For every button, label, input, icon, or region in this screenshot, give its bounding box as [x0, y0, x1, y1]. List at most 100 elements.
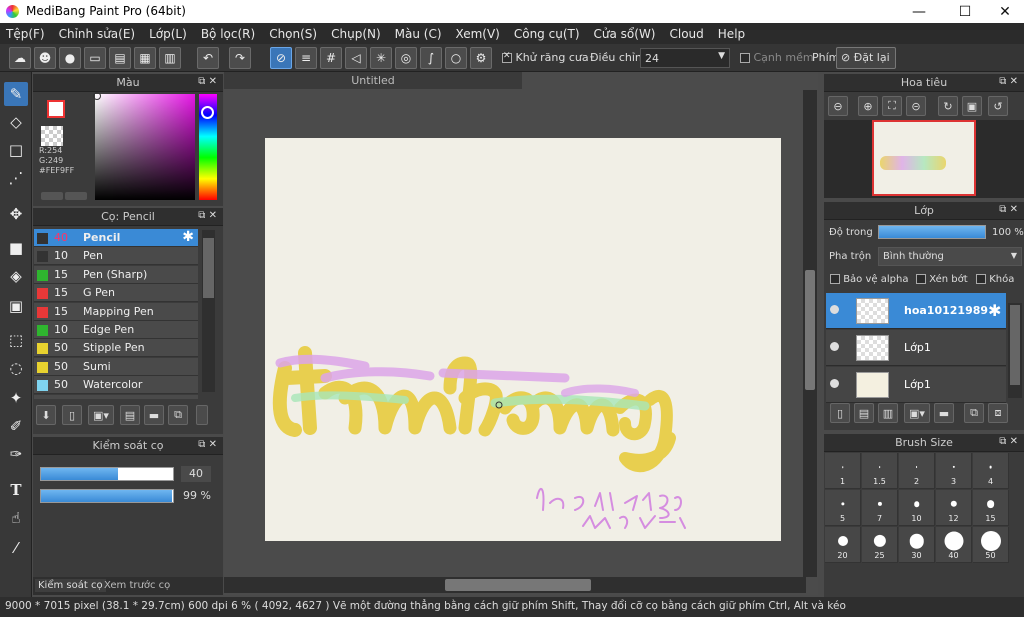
new-halftone-layer-icon[interactable]: ▤: [854, 403, 874, 423]
brush-tool-icon[interactable]: ✎: [4, 82, 28, 106]
rectangle-tool-icon[interactable]: □: [4, 138, 28, 162]
scrollbar-thumb[interactable]: [805, 270, 815, 390]
grid-snap-icon[interactable]: #: [320, 47, 342, 69]
menu-select[interactable]: Chọn(S): [269, 27, 317, 41]
flip-icon[interactable]: ↺: [988, 96, 1008, 116]
brush-opacity-slider[interactable]: [40, 489, 174, 503]
brush-list-item[interactable]: 50 Watercolor: [34, 376, 198, 395]
undo-icon[interactable]: ↶: [197, 47, 219, 69]
panel-float-close-icon[interactable]: ⧉ ✕: [198, 210, 217, 221]
scrollbar-thumb[interactable]: [445, 579, 591, 591]
tab-brush-preview[interactable]: Xem trước cọ: [101, 579, 173, 592]
download-brush-icon[interactable]: ⬇: [36, 405, 56, 425]
brush-settings-icon[interactable]: ✱: [182, 229, 194, 245]
minimize-button[interactable]: —: [896, 0, 942, 23]
menu-cloud[interactable]: Cloud: [670, 27, 704, 41]
brush-size-cell[interactable]: 1.5: [862, 453, 898, 489]
chat-icon[interactable]: ▭: [84, 47, 106, 69]
brush-size-cell[interactable]: 30: [899, 527, 935, 563]
brush-size-cell[interactable]: 25: [862, 527, 898, 563]
brush-list-item[interactable]: 15 Pen (Sharp): [34, 265, 198, 284]
eraser-tool-icon[interactable]: ◇: [4, 110, 28, 134]
parallel-snap-icon[interactable]: ≡: [295, 47, 317, 69]
brush-list-item[interactable]: 15 G Pen: [34, 284, 198, 303]
visibility-icon[interactable]: [830, 379, 839, 388]
operation-tool-icon[interactable]: ☝: [4, 506, 28, 530]
adjust-dropdown[interactable]: 24 ▼: [640, 48, 730, 68]
layer-folder-icon[interactable]: ▬: [934, 403, 954, 423]
ellipse-snap-icon[interactable]: ○: [445, 47, 467, 69]
merge-layer-icon[interactable]: ⧈: [988, 403, 1008, 423]
menu-layer[interactable]: Lớp(L): [149, 27, 187, 41]
protect-alpha-option[interactable]: Bảo vệ alpha: [830, 274, 908, 285]
menu-filter[interactable]: Bộ lọc(R): [201, 27, 255, 41]
rotate-icon[interactable]: ↻: [938, 96, 958, 116]
antialias-option[interactable]: Khử răng cưa: [502, 51, 589, 64]
menu-view[interactable]: Xem(V): [456, 27, 500, 41]
brush-size-cell[interactable]: 3: [936, 453, 972, 489]
brush-list-item[interactable]: 50 Stipple Pen: [34, 339, 198, 358]
visibility-icon[interactable]: [830, 342, 839, 351]
folder-icon[interactable]: ▬: [144, 405, 164, 425]
lock-checkbox[interactable]: [976, 274, 986, 284]
scrollbar-thumb[interactable]: [203, 238, 214, 298]
saturation-value-picker[interactable]: [93, 92, 195, 200]
blend-dropdown[interactable]: Bình thường ▼: [878, 247, 1022, 266]
color-mode-button[interactable]: [41, 192, 63, 200]
brush-list-scrollbar[interactable]: [202, 230, 215, 392]
brush-size-cell[interactable]: 40: [936, 527, 972, 563]
select-pen-tool-icon[interactable]: ✐: [4, 414, 28, 438]
menu-edit[interactable]: Chỉnh sửa(E): [59, 27, 136, 41]
perspective-snap-icon[interactable]: ◁: [345, 47, 367, 69]
curve-snap-icon[interactable]: ∫: [420, 47, 442, 69]
brush-list-item[interactable]: 15 Mapping Pen: [34, 302, 198, 321]
hue-slider[interactable]: [199, 94, 217, 200]
menu-color[interactable]: Màu (C): [395, 27, 442, 41]
scrollbar-thumb[interactable]: [1010, 305, 1020, 385]
eyedropper-small-button[interactable]: [65, 192, 87, 200]
eyedropper-tool-icon[interactable]: ⁄: [4, 536, 28, 560]
radial-snap-icon[interactable]: ✳: [370, 47, 392, 69]
add-layer-menu-icon[interactable]: ▣▾: [904, 403, 930, 423]
add-brush-icon[interactable]: ▣▾: [88, 405, 114, 425]
brush-settings-icon[interactable]: ▤: [120, 405, 140, 425]
tab-brush-control[interactable]: Kiểm soát cọ: [35, 579, 106, 592]
menu-help[interactable]: Help: [718, 27, 745, 41]
reset-button[interactable]: ⊘ Đặt lại: [836, 47, 896, 69]
protect-alpha-checkbox[interactable]: [830, 274, 840, 284]
layer-row[interactable]: hoa10121989 ✱: [826, 293, 1006, 329]
brush-size-cell[interactable]: 10: [899, 490, 935, 526]
layer-row[interactable]: Lớp1: [826, 367, 1006, 403]
primary-color-swatch[interactable]: [47, 100, 65, 118]
zoom-minus-icon[interactable]: ⊝: [906, 96, 926, 116]
brush-list-item[interactable]: 10 Edge Pen: [34, 321, 198, 339]
document-canvas[interactable]: [265, 138, 781, 541]
clipping-option[interactable]: Xén bớt: [916, 274, 968, 285]
layer-row[interactable]: Lớp1: [826, 330, 1006, 366]
navigator-preview[interactable]: [824, 120, 1024, 198]
panel-icon[interactable]: ▦: [134, 47, 156, 69]
redo-icon[interactable]: ↷: [229, 47, 251, 69]
brush-size-slider[interactable]: [40, 467, 174, 481]
layer-list-scrollbar[interactable]: [1008, 303, 1022, 398]
cloud-icon[interactable]: ☁: [9, 47, 31, 69]
select-eraser-tool-icon[interactable]: ✑: [4, 442, 28, 466]
brush-size-cell[interactable]: 15: [973, 490, 1009, 526]
brush-size-cell[interactable]: 2: [899, 453, 935, 489]
new-layer-icon[interactable]: ▯: [830, 403, 850, 423]
close-button[interactable]: ✕: [982, 0, 1024, 23]
text-tool-icon[interactable]: T: [4, 478, 28, 502]
move-tool-icon[interactable]: ✥: [4, 202, 28, 226]
menu-snap[interactable]: Chụp(N): [331, 27, 381, 41]
brush-size-cell[interactable]: 5: [825, 490, 861, 526]
concentric-snap-icon[interactable]: ◎: [395, 47, 417, 69]
brush-size-cell[interactable]: 7: [862, 490, 898, 526]
brush-list-item[interactable]: 10 Pen: [34, 247, 198, 266]
cloud-people-icon[interactable]: ☻: [34, 47, 56, 69]
visibility-icon[interactable]: [830, 305, 839, 314]
canvas-vertical-scrollbar[interactable]: [803, 90, 817, 577]
zoom-out-icon[interactable]: ⊖: [828, 96, 848, 116]
fit-icon[interactable]: ⛶: [882, 96, 902, 116]
comment-icon[interactable]: ●: [59, 47, 81, 69]
brush-size-value[interactable]: 40: [181, 466, 211, 482]
